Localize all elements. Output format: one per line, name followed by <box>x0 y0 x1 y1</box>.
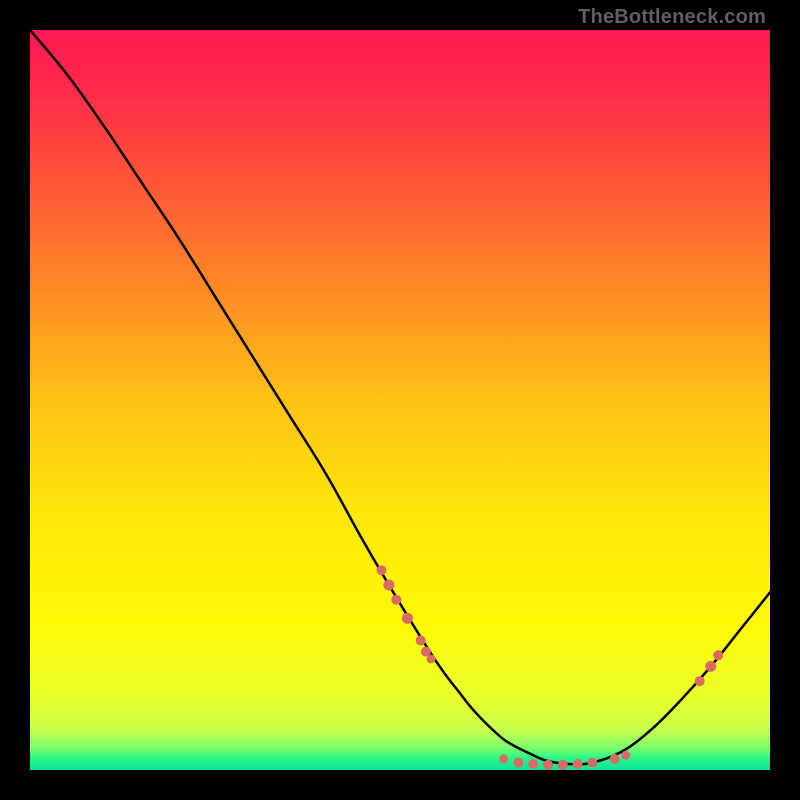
chart-background-gradient <box>30 30 770 770</box>
watermark-text: TheBottleneck.com <box>578 6 766 29</box>
chart-container <box>30 30 770 770</box>
